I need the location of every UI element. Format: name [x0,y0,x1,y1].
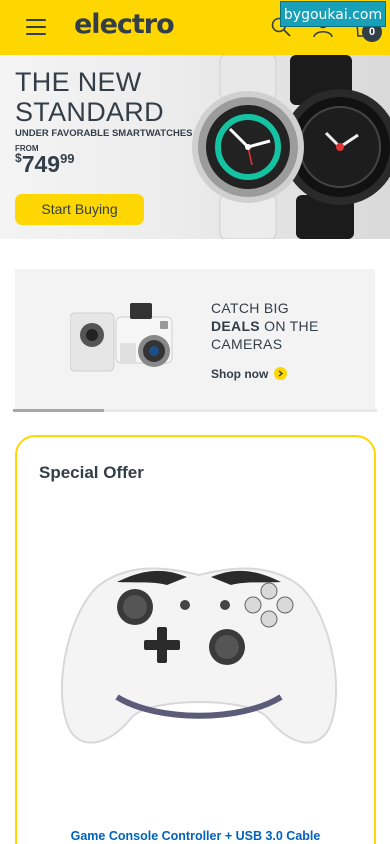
price-currency: $ [15,151,22,165]
hero-title: THE NEW STANDARD [15,67,164,127]
site-logo[interactable]: electro [74,9,175,40]
special-offer-card[interactable]: Special Offer Game Console Controller + … [15,435,376,844]
promo-headline: CATCH BIG DEALS ON THE CAMERAS [211,299,319,353]
start-buying-button[interactable]: Start Buying [15,194,144,225]
logo-text: electro [74,9,175,40]
price-integer: 749 [21,151,61,177]
promo-line-2-bold: DEALS [211,318,260,334]
promo-line-2: DEALS ON THE [211,317,319,335]
hamburger-menu-icon[interactable] [26,18,48,36]
shop-now-label: Shop now [211,367,269,381]
special-offer-product-link[interactable]: Game Console Controller + USB 3.0 Cable [17,829,374,843]
hero-price: $74999 [15,151,75,178]
carousel-progress-fill [13,409,104,412]
carousel-progress-bar[interactable] [13,409,377,412]
chevron-right-icon [274,367,288,381]
game-controller-image [60,567,338,744]
camera-image [70,303,173,372]
hero-subtitle: UNDER FAVORABLE SMARTWATCHES [15,128,193,139]
promo-line-1: CATCH BIG [211,300,289,316]
shop-now-link[interactable]: Shop now [211,367,288,381]
hero-banner[interactable]: THE NEW STANDARD UNDER FAVORABLE SMARTWA… [0,55,390,239]
promo-line-2-rest: ON THE [259,318,319,334]
special-offer-title: Special Offer [39,463,144,482]
smartwatches-image [192,55,390,239]
site-header: electro 0 bygoukai.com [0,0,390,55]
price-decimals: 99 [60,151,75,166]
promo-line-3: CAMERAS [211,336,283,352]
camera-promo-banner[interactable]: CATCH BIG DEALS ON THE CAMERAS Shop now [15,269,375,412]
watermark-label: bygoukai.com [280,1,386,27]
